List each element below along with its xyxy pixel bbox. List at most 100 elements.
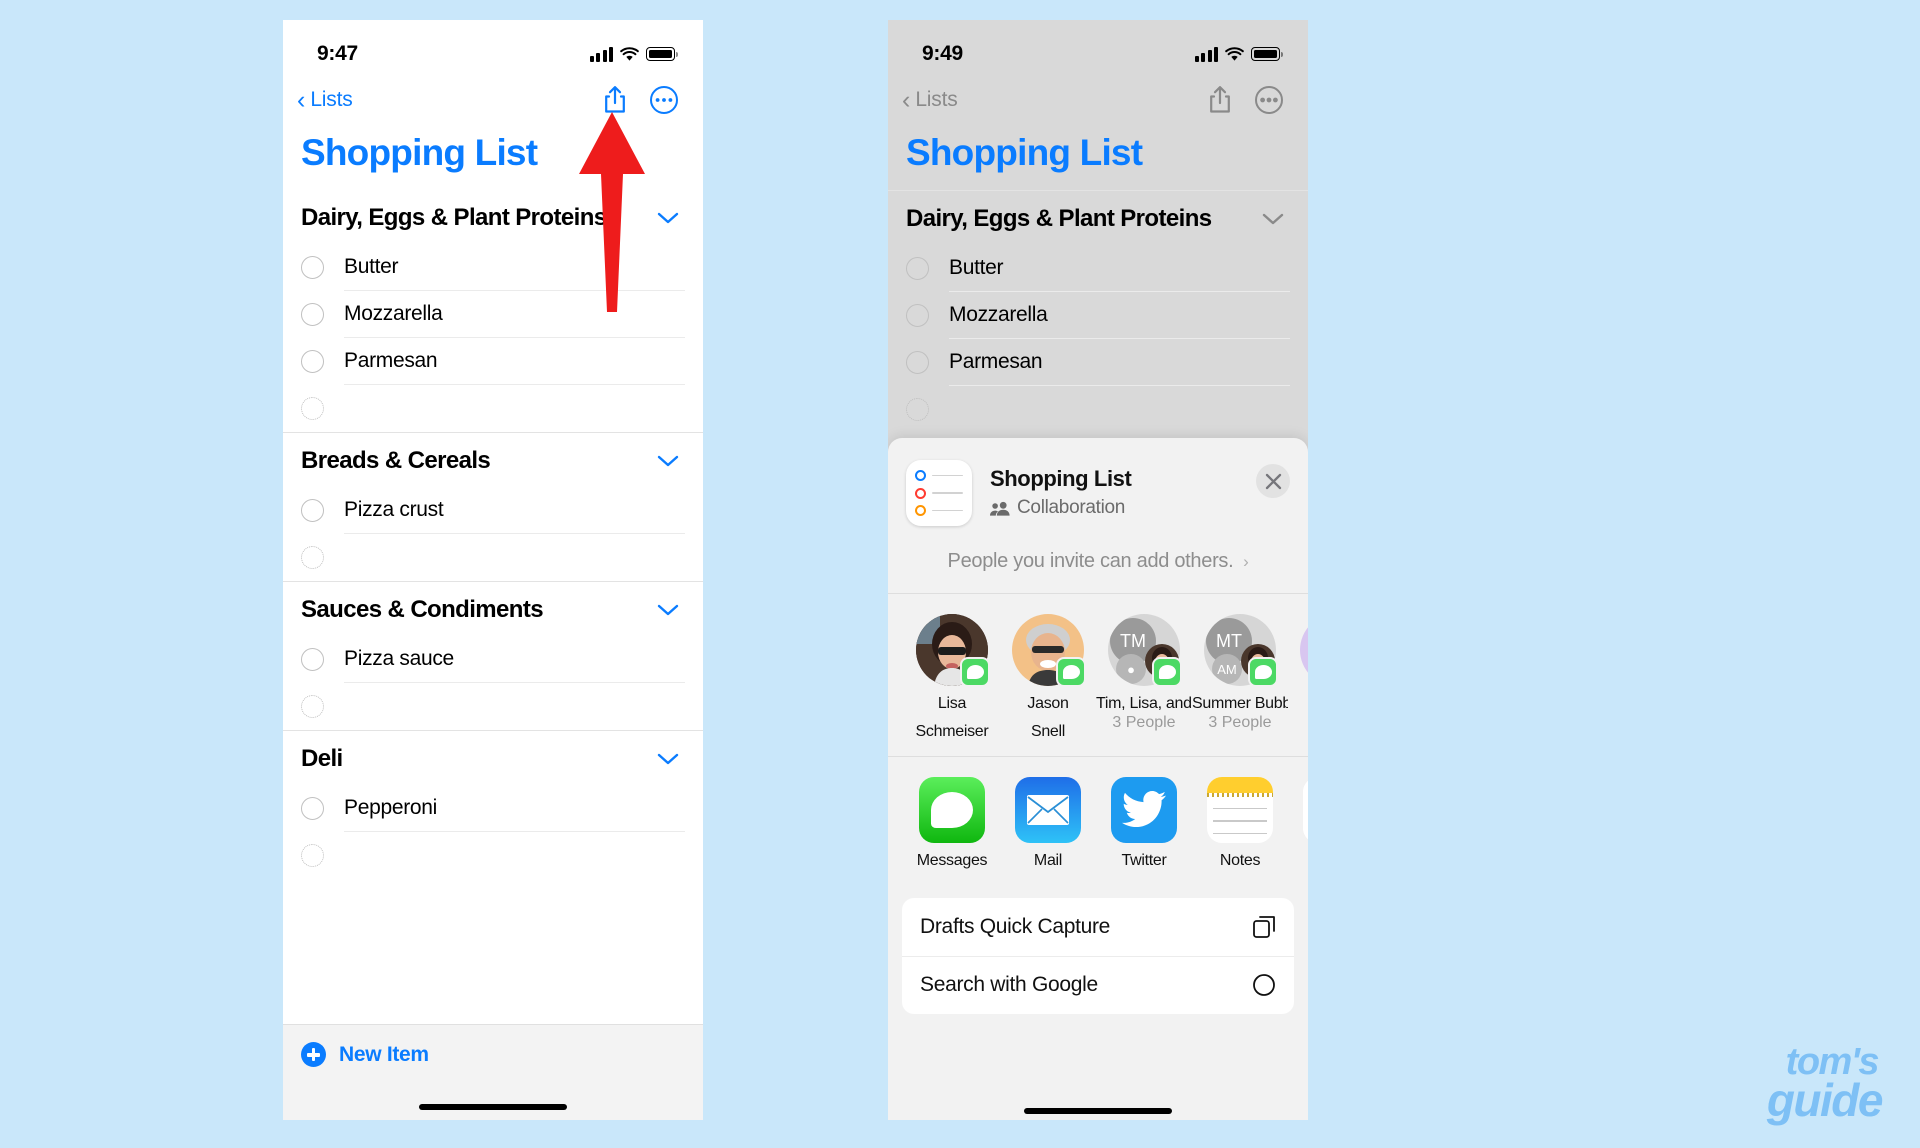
new-item-placeholder-row[interactable] [283, 832, 703, 879]
list-group: Sauces & Condiments Pizza sauce [283, 581, 703, 730]
item-checkbox[interactable] [301, 256, 324, 279]
back-to-lists-button[interactable]: ‹ Lists [297, 85, 353, 114]
new-item-placeholder-row[interactable] [888, 386, 1308, 433]
item-checkbox[interactable] [301, 797, 324, 820]
more-options-button[interactable] [649, 85, 679, 115]
action-row[interactable]: Drafts Quick Capture [902, 898, 1294, 956]
chevron-down-icon[interactable] [657, 454, 679, 468]
action-row[interactable]: Search with Google [902, 955, 1294, 1014]
chevron-right-icon: › [1238, 552, 1249, 571]
page-title: Shopping List [906, 132, 1143, 173]
group-header[interactable]: Breads & Cereals [283, 433, 703, 487]
empty-item-field[interactable] [344, 534, 685, 581]
item-checkbox[interactable] [301, 350, 324, 373]
notes-app-icon [1207, 776, 1273, 843]
share-button[interactable] [603, 85, 627, 115]
status-bar: 9:49 [888, 20, 1308, 76]
contacts-row[interactable]: Lisa Schmeiser Jason Snell TM ● Tim, Lis… [888, 594, 1308, 756]
app-share-target[interactable] [1288, 776, 1308, 870]
partial-app-icon [1303, 776, 1308, 843]
right-phone-screenshot: 9:49 ‹ Lists Shopping List Dairy, Eggs &… [888, 20, 1308, 1120]
screenshot-canvas: 9:47 ‹ Lists Shopping List Dairy, Eggs &… [0, 0, 1920, 1148]
share-button[interactable] [1208, 85, 1232, 115]
item-checkbox[interactable] [301, 499, 324, 522]
contact-name: The F [1288, 695, 1308, 714]
item-checkbox[interactable] [906, 351, 929, 374]
list-item[interactable]: Mozzarella [888, 292, 1308, 339]
list-item[interactable]: Parmesan [888, 339, 1308, 386]
new-item-placeholder-row[interactable] [283, 683, 703, 730]
contact-item[interactable]: MT AM Summer Bubble… 3 People [1192, 614, 1288, 742]
empty-item-field[interactable] [344, 683, 685, 730]
chevron-down-icon[interactable] [657, 603, 679, 617]
battery-icon [1251, 47, 1284, 61]
messages-app-icon [919, 776, 985, 843]
chevron-down-icon[interactable] [657, 752, 679, 766]
list-item[interactable]: Pepperoni [283, 785, 703, 832]
app-share-target[interactable]: Mail [1000, 776, 1096, 870]
share-doc-subtitle: Collaboration [1017, 497, 1126, 518]
item-label: Pizza crust [344, 487, 685, 534]
person-placeholder-icon: ● [1116, 654, 1146, 684]
contact-item[interactable]: 🎉 The F 2 [1288, 614, 1308, 742]
app-share-target[interactable]: Twitter [1096, 776, 1192, 870]
messages-badge-icon [1152, 657, 1182, 687]
messages-badge-icon [1056, 657, 1086, 687]
contact-name: Lisa [937, 695, 967, 712]
group-title: Dairy, Eggs & Plant Proteins [906, 205, 1212, 232]
chevron-left-icon: ‹ [297, 85, 306, 114]
item-checkbox[interactable] [906, 257, 929, 280]
empty-item-field[interactable] [344, 832, 685, 879]
contact-item[interactable]: TM ● Tim, Lisa, and 1… 3 People [1096, 614, 1192, 742]
item-checkbox[interactable] [906, 304, 929, 327]
apps-row[interactable]: Messages Mail Twitter Notes [888, 757, 1308, 882]
contact-name: Jason [1027, 695, 1069, 712]
contact-item[interactable]: Lisa Schmeiser [904, 614, 1000, 742]
group-title: Breads & Cereals [301, 447, 491, 474]
cellular-signal-icon [1194, 46, 1218, 62]
home-indicator [1024, 1108, 1172, 1114]
app-share-target[interactable]: Notes [1192, 776, 1288, 870]
item-checkbox[interactable] [301, 648, 324, 671]
messages-badge-icon [1248, 657, 1278, 687]
empty-item-field[interactable] [344, 385, 685, 432]
list-item[interactable]: Pizza crust [283, 487, 703, 534]
more-circle-icon [650, 86, 678, 114]
new-item-placeholder-row[interactable] [283, 534, 703, 581]
list-item[interactable]: Pizza sauce [283, 636, 703, 683]
group-header[interactable]: Sauces & Condiments [283, 582, 703, 636]
watermark-line-2: guide [1766, 1073, 1884, 1126]
contact-item[interactable]: Jason Snell [1000, 614, 1096, 742]
reminders-list-icon [906, 460, 972, 526]
cellular-signal-icon [589, 46, 613, 62]
list-item[interactable]: Parmesan [283, 338, 703, 385]
contact-name-line2: Schmeiser [915, 722, 989, 740]
list-group: Dairy, Eggs & Plant Proteins Butter Mozz… [888, 190, 1308, 433]
list-item[interactable]: Butter [888, 245, 1308, 292]
group-header[interactable]: Dairy, Eggs & Plant Proteins [888, 191, 1308, 245]
back-label: Lists [310, 88, 353, 111]
empty-item-field[interactable] [949, 386, 1290, 433]
more-options-button[interactable] [1254, 85, 1284, 115]
new-item-button[interactable]: New Item [283, 1025, 703, 1067]
chevron-down-icon[interactable] [657, 211, 679, 225]
app-label: Mail [1033, 851, 1063, 869]
share-sheet: Shopping List Collaboration People you i… [888, 438, 1308, 1120]
app-share-target[interactable]: Messages [904, 776, 1000, 870]
group-initials-secondary: AM [1212, 654, 1242, 684]
group-header[interactable]: Deli [283, 731, 703, 785]
share-icon [605, 86, 625, 113]
contact-subtitle: 3 People [1208, 713, 1272, 731]
close-button[interactable] [1256, 464, 1290, 498]
back-to-lists-button[interactable]: ‹ Lists [902, 85, 958, 114]
invite-note[interactable]: People you invite can add others. › [888, 526, 1308, 593]
chevron-down-icon[interactable] [1262, 212, 1284, 226]
chevron-left-icon: ‹ [902, 85, 911, 114]
new-item-placeholder-row[interactable] [283, 385, 703, 432]
battery-icon [646, 47, 679, 61]
more-circle-icon [1255, 86, 1283, 114]
action-label: Drafts Quick Capture [920, 914, 1111, 938]
wifi-icon [620, 46, 639, 61]
item-checkbox[interactable] [301, 303, 324, 326]
share-doc-title: Shopping List [990, 466, 1132, 491]
